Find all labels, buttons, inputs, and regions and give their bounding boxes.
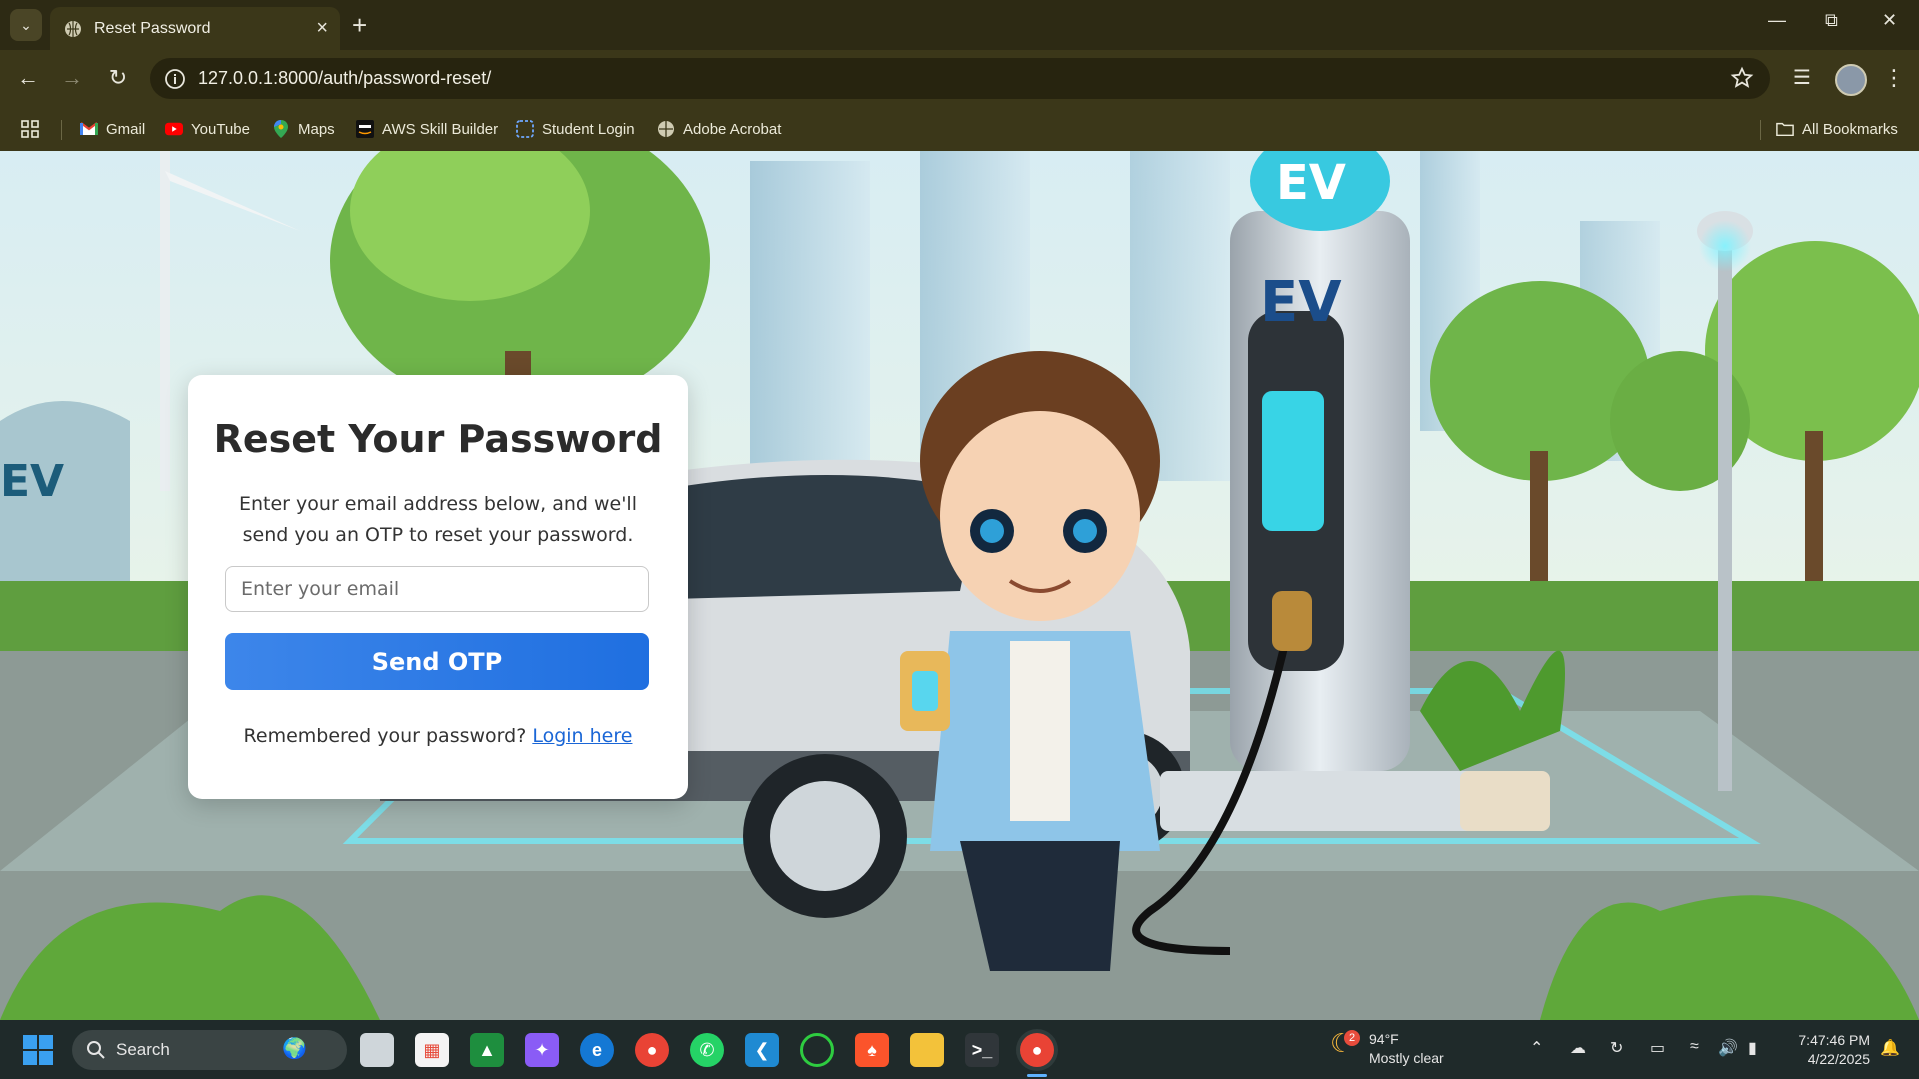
file-explorer-icon[interactable]	[910, 1033, 944, 1067]
clock-date: 4/22/2025	[1807, 1051, 1870, 1067]
refresh-app-icon[interactable]	[800, 1033, 834, 1067]
send-otp-button[interactable]: Send OTP	[225, 633, 649, 690]
forward-icon[interactable]: →	[58, 64, 86, 92]
volume-icon[interactable]: 🔊	[1718, 1038, 1738, 1058]
back-icon[interactable]: ←	[14, 64, 42, 92]
browser-toolbar: ← → ↻ 127.0.0.1:8000/auth/password-reset…	[0, 50, 1919, 107]
windows-taskbar: Search 🌍 ▦ ▲ ✦ e ● ✆ ❮ ♠ >_ ● ☾ 2 94°F M…	[0, 1020, 1919, 1079]
globe-icon	[657, 120, 675, 138]
all-bookmarks-button[interactable]: All Bookmarks	[1776, 117, 1898, 141]
terminal-icon[interactable]: >_	[965, 1033, 999, 1067]
remember-text: Remembered your password?	[243, 725, 527, 747]
reload-icon[interactable]: ↻	[104, 64, 132, 92]
bookmark-star-icon[interactable]	[1730, 66, 1754, 90]
tab-title: Reset Password	[94, 19, 211, 37]
reset-password-card: Reset Your Password Enter your email add…	[188, 375, 688, 799]
task-view-icon[interactable]	[360, 1033, 394, 1067]
search-highlight-icon: 🌍	[282, 1038, 307, 1060]
clock-time: 7:47:46 PM	[1798, 1032, 1870, 1048]
search-label: Search	[116, 1040, 170, 1059]
bookmark-divider	[61, 120, 62, 140]
weather-desc: Mostly clear	[1369, 1050, 1444, 1066]
page-viewport: EV EV EV Reset Your Password Enter your …	[0, 151, 1919, 1020]
login-link[interactable]: Login here	[532, 725, 632, 747]
globe-icon	[65, 20, 81, 37]
minimize-icon[interactable]: —	[1768, 10, 1786, 31]
bookmark-youtube[interactable]: YouTube	[165, 117, 250, 141]
tab-reset-password[interactable]: Reset Password ×	[50, 7, 340, 50]
reading-list-icon[interactable]: ☰	[1788, 64, 1816, 92]
bookmark-label: Student Login	[542, 120, 635, 138]
gmail-icon	[80, 120, 98, 138]
url-text: 127.0.0.1:8000/auth/password-reset/	[198, 68, 492, 88]
bookmark-label: YouTube	[191, 120, 250, 138]
svg-text:EV: EV	[0, 456, 64, 507]
chrome-icon[interactable]: ●	[635, 1033, 669, 1067]
bookmark-gmail[interactable]: Gmail	[80, 117, 145, 141]
login-prompt: Remembered your password? Login here	[188, 725, 688, 747]
notifications-icon[interactable]: 🔔	[1880, 1038, 1900, 1058]
battery-icon[interactable]: ▮	[1748, 1038, 1757, 1058]
instructions-text: Enter your email address below, and we'l…	[239, 493, 637, 546]
active-app-indicator	[1027, 1074, 1047, 1077]
wifi-icon[interactable]: ≈	[1690, 1038, 1699, 1056]
whatsapp-icon[interactable]: ✆	[690, 1033, 724, 1067]
bookmark-label: Adobe Acrobat	[683, 120, 782, 138]
bookmarks-bar: Gmail YouTube Maps AWS Skill Builder Stu…	[0, 107, 1919, 152]
student-login-icon	[516, 120, 534, 138]
weather-widget[interactable]: ☾ 2 94°F Mostly clear	[1330, 1030, 1444, 1068]
bookmark-aws[interactable]: AWS Skill Builder	[356, 117, 498, 141]
tab-strip: ⌄ Reset Password × + — ⧉ ✕	[0, 0, 1919, 50]
svg-text:EV: EV	[1260, 270, 1342, 335]
sync-icon[interactable]: ↻	[1610, 1038, 1623, 1058]
new-tab-button[interactable]: +	[352, 10, 367, 40]
restore-icon[interactable]: ⧉	[1825, 10, 1838, 31]
chevron-down-icon: ⌄	[20, 16, 32, 33]
apps-grid-icon[interactable]	[20, 117, 40, 141]
tray-chevron-up-icon[interactable]: ⌃	[1530, 1038, 1543, 1058]
search-icon	[87, 1041, 105, 1059]
copilot-icon[interactable]: ✦	[525, 1033, 559, 1067]
bookmark-maps[interactable]: Maps	[272, 117, 335, 141]
bookmark-label: Maps	[298, 120, 335, 138]
bookmark-label: Gmail	[106, 120, 146, 138]
close-window-icon[interactable]: ✕	[1882, 10, 1897, 31]
address-bar[interactable]: 127.0.0.1:8000/auth/password-reset/	[150, 58, 1770, 99]
taskbar-search[interactable]: Search 🌍	[72, 1030, 347, 1070]
tab-search-button[interactable]: ⌄	[10, 9, 42, 41]
vscode-icon[interactable]: ❮	[745, 1033, 779, 1067]
profile-avatar[interactable]	[1835, 64, 1867, 96]
close-tab-icon[interactable]: ×	[316, 17, 328, 40]
menu-dots-icon[interactable]: ⋮	[1880, 64, 1908, 92]
email-field[interactable]	[225, 566, 649, 612]
google-drive-icon[interactable]: ▲	[470, 1033, 504, 1067]
display-icon[interactable]: ▭	[1650, 1038, 1665, 1058]
system-clock[interactable]: 7:47:46 PM 4/22/2025	[1790, 1031, 1870, 1069]
chrome-active-icon[interactable]: ●	[1020, 1033, 1054, 1067]
bookmark-student-login[interactable]: Student Login	[516, 117, 635, 141]
onedrive-icon[interactable]: ☁	[1570, 1038, 1586, 1058]
all-bookmarks-label: All Bookmarks	[1802, 120, 1898, 138]
weather-badge: 2	[1344, 1030, 1360, 1046]
svg-text:EV: EV	[1276, 155, 1346, 211]
youtube-icon	[165, 120, 183, 138]
windows-start-icon[interactable]	[22, 1034, 54, 1066]
weather-temp: 94°F	[1369, 1031, 1399, 1047]
edge-icon[interactable]: e	[580, 1033, 614, 1067]
store-icon[interactable]: ▦	[415, 1033, 449, 1067]
aws-icon	[356, 120, 374, 138]
bookmark-divider	[1760, 120, 1761, 140]
bookmark-label: AWS Skill Builder	[382, 120, 499, 138]
maps-icon	[272, 120, 290, 138]
brave-icon[interactable]: ♠	[855, 1033, 889, 1067]
page-title: Reset Your Password	[213, 417, 663, 461]
bookmark-adobe-acrobat[interactable]: Adobe Acrobat	[657, 117, 781, 141]
site-info-icon[interactable]	[164, 68, 186, 90]
folder-icon	[1776, 120, 1794, 138]
